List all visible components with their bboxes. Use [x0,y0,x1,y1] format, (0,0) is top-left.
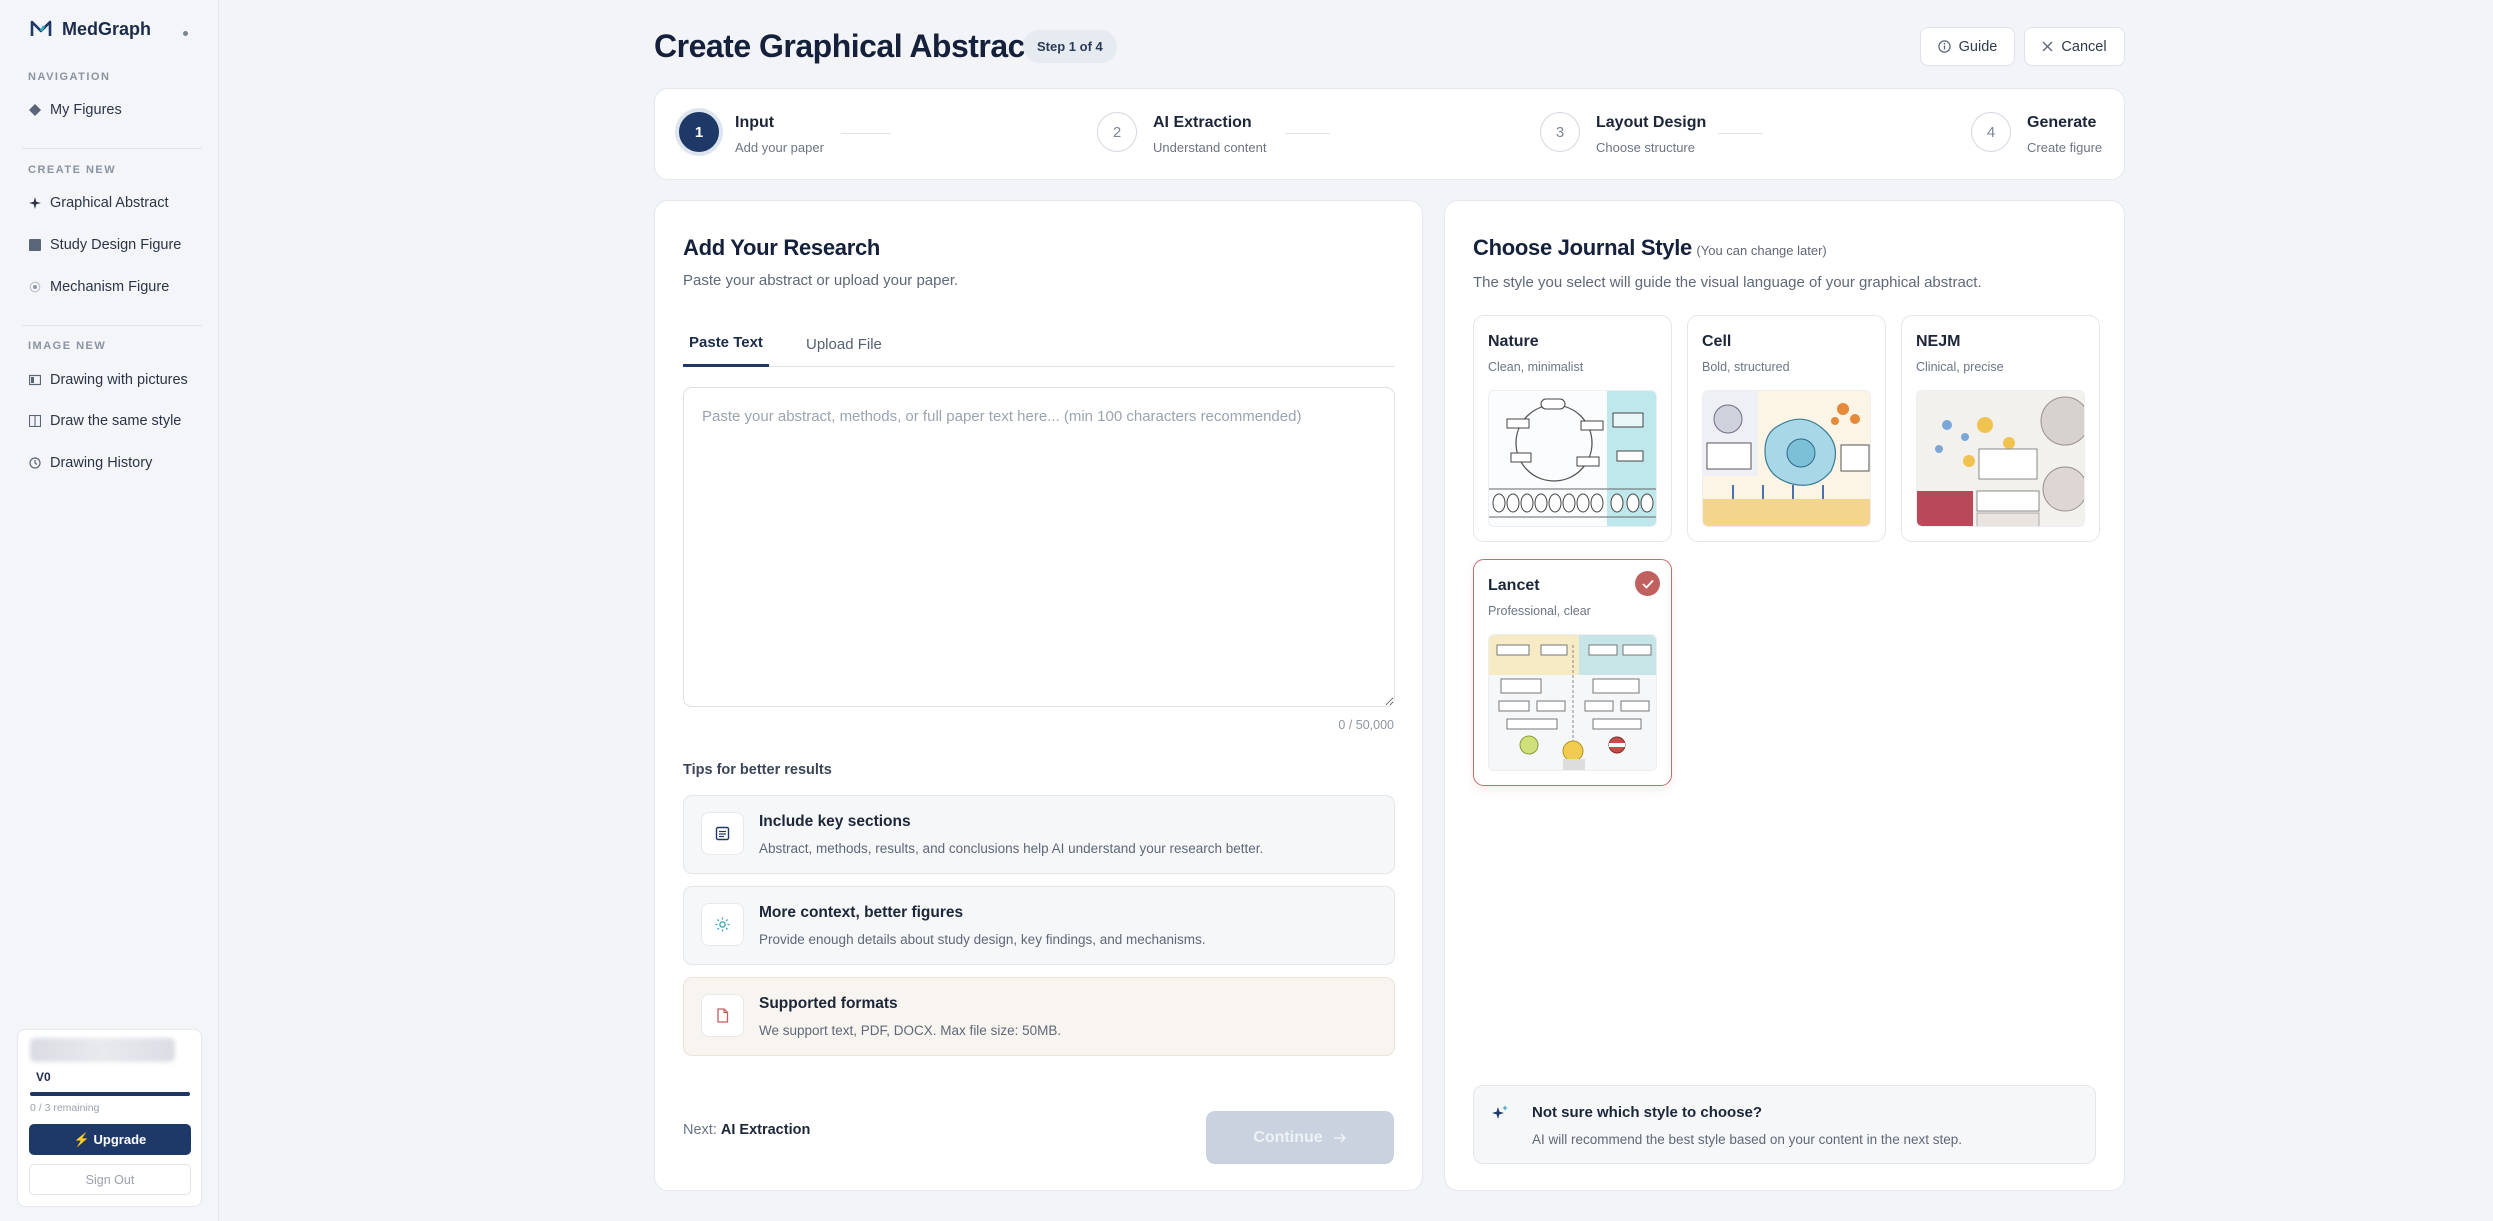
nature-style-thumbnail [1488,390,1657,527]
step-sub: Create figure [2027,140,2103,155]
sidebar-item-drawing-history[interactable]: Drawing History [28,455,152,471]
selected-check-icon [1635,571,1660,596]
journal-title: Choose Journal Style [1473,235,1692,260]
page-title: Create Graphical Abstract [654,28,1036,64]
character-counter: 0 / 50,000 [1338,718,1394,732]
arrow-right-icon [1333,1132,1346,1143]
tip-supported-formats: Supported formats We support text, PDF, … [683,977,1395,1056]
cell-style-thumbnail [1702,390,1871,527]
file-icon [701,994,744,1037]
collapse-dot-icon[interactable] [183,31,188,36]
image-icon [28,374,41,387]
journal-style-card: Choose Journal Style (You can change lat… [1444,200,2125,1191]
upgrade-button[interactable]: ⚡ Upgrade [29,1124,191,1155]
step-generate[interactable]: 4 Generate Create figure [1971,112,2102,155]
sidebar-divider [22,325,202,326]
step-name: Layout Design [1596,114,1707,131]
step-badge: Step 1 of 4 [1023,30,1117,63]
step-name: AI Extraction [1153,114,1252,131]
step-input[interactable]: 1 Input Add your paper [679,112,824,155]
paper-text-input[interactable] [683,387,1395,707]
style-card-nature[interactable]: Nature Clean, minimalist [1473,315,1672,542]
step-number: 1 [679,112,719,152]
research-subtitle: Paste your abstract or upload your paper… [683,272,959,289]
step-layout-design[interactable]: 3 Layout Design Choose structure [1540,112,1706,155]
sidebar-item-graphical-abstract[interactable]: Graphical Abstract [28,195,168,211]
step-name: Input [735,114,775,131]
usage-remaining: 0 / 3 remaining [30,1102,100,1114]
document-icon [701,812,744,855]
sidebar-item-study-design-figure[interactable]: Study Design Figure [28,237,181,253]
atom-icon [28,281,41,294]
step-ai-extraction[interactable]: 2 AI Extraction Understand content [1097,112,1266,155]
next-step-label: Next: AI Extraction [683,1122,811,1138]
step-connector [841,133,891,134]
usage-progress-bar [30,1092,190,1096]
sidebar-item-my-figures[interactable]: My Figures [28,102,122,118]
sidebar-item-draw-the-same-style[interactable]: Draw the same style [28,413,181,429]
tab-upload-file[interactable]: Upload File [800,321,888,367]
step-connector [1718,133,1763,134]
input-tabs: Paste Text Upload File [683,321,1395,367]
medgraph-logo-icon [30,20,52,36]
tab-paste-text[interactable]: Paste Text [683,321,769,367]
add-research-card: Add Your Research Paste your abstract or… [654,200,1423,1191]
continue-button[interactable]: Continue [1206,1111,1394,1164]
sidebar-item-mechanism-figure[interactable]: Mechanism Figure [28,279,169,295]
clock-icon [28,457,41,470]
cancel-button[interactable]: Cancel [2024,27,2125,66]
journal-title-note: (You can change later) [1696,243,1827,258]
style-recommendation-box: Not sure which style to choose? AI will … [1473,1085,2096,1164]
step-sub: Understand content [1153,140,1267,155]
sparkles-icon [1491,1104,1509,1127]
sparkle-icon [28,197,41,210]
close-icon [2042,41,2053,52]
copy-icon [28,415,41,428]
sun-icon [701,903,744,946]
step-sub: Add your paper [735,140,824,155]
step-sub: Choose structure [1596,140,1695,155]
guide-button[interactable]: Guide [1920,27,2015,66]
step-number: 2 [1097,112,1137,152]
section-label-create-new: CREATE NEW [28,164,117,176]
info-icon [1937,40,1951,53]
diamond-icon [28,104,41,117]
recommend-desc: AI will recommend the best style based o… [1532,1132,1962,1147]
section-label-navigation: NAVIGATION [28,71,111,83]
research-title: Add Your Research [683,235,881,260]
grid-icon [28,239,41,252]
journal-subtitle: The style you select will guide the visu… [1473,274,1982,291]
journal-title-row: Choose Journal Style (You can change lat… [1473,235,1827,261]
usage-card: V0 0 / 3 remaining ⚡ Upgrade Sign Out [17,1029,202,1207]
step-number: 3 [1540,112,1580,152]
recommend-title: Not sure which style to choose? [1532,1104,1763,1121]
style-card-lancet[interactable]: Lancet Professional, clear [1473,559,1672,786]
sign-out-button[interactable]: Sign Out [29,1164,191,1195]
plan-name: V0 [36,1070,51,1084]
progress-stepper: 1 Input Add your paper 2 AI Extraction Und… [654,88,2125,180]
tip-include-key-sections: Include key sections Abstract, methods, … [683,795,1395,874]
tip-more-context: More context, better figures Provide eno… [683,886,1395,965]
sidebar: MedGraph NAVIGATION My Figures CREATE NE… [0,0,219,1221]
tips-title: Tips for better results [683,762,832,778]
section-label-image-new: IMAGE NEW [28,340,107,352]
sidebar-divider [22,148,202,149]
step-connector [1285,133,1330,134]
sidebar-item-drawing-with-pictures[interactable]: Drawing with pictures [28,372,188,388]
step-number: 4 [1971,112,2011,152]
lancet-style-thumbnail [1488,634,1657,771]
style-card-cell[interactable]: Cell Bold, structured [1687,315,1886,542]
brand-name: MedGraph [62,18,152,39]
style-card-nejm[interactable]: NEJM Clinical, precise [1901,315,2100,542]
brand-logo[interactable]: MedGraph [30,18,151,40]
nejm-style-thumbnail [1916,390,2085,527]
step-name: Generate [2027,114,2097,131]
user-name-blurred [30,1038,175,1062]
